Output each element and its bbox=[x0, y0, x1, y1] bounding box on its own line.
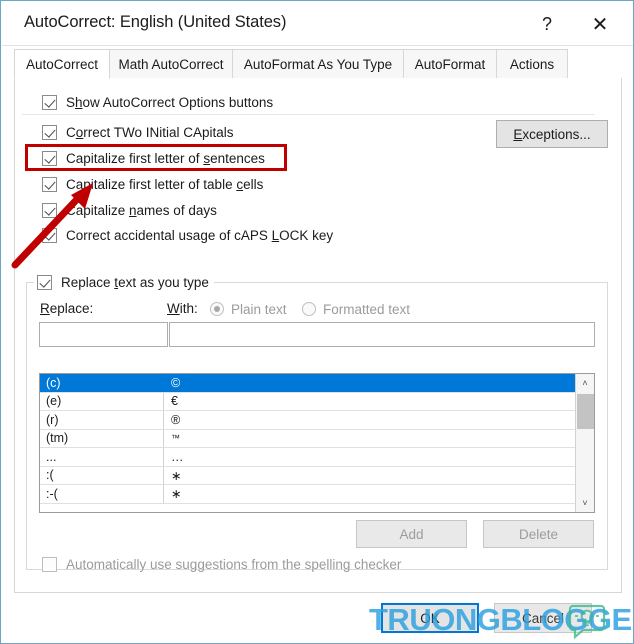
cell-with: ™ bbox=[171, 433, 180, 444]
checkbox-correct-two-initial-capitals[interactable]: Correct TWo INitial CApitals bbox=[42, 122, 234, 142]
with-label: With: bbox=[167, 301, 198, 316]
table-row[interactable]: (c) © bbox=[40, 374, 594, 393]
tab-autoformat-as-you-type[interactable]: AutoFormat As You Type bbox=[232, 49, 404, 79]
tab-autoformat[interactable]: AutoFormat bbox=[403, 49, 497, 79]
cell-with: € bbox=[171, 394, 178, 409]
radio-formatted-text[interactable]: Formatted text bbox=[302, 300, 410, 318]
tab-autocorrect[interactable]: AutoCorrect bbox=[14, 49, 110, 79]
checkbox-label: Correct TWo INitial CApitals bbox=[66, 124, 234, 140]
table-row[interactable]: (r) ® bbox=[40, 411, 594, 430]
scroll-up-icon[interactable]: ˄ bbox=[576, 374, 594, 392]
checkbox-box[interactable] bbox=[42, 556, 57, 572]
cell-with: ∗ bbox=[171, 468, 182, 483]
section-divider bbox=[22, 114, 595, 115]
checkbox-box[interactable] bbox=[42, 176, 57, 192]
tab-math-autocorrect[interactable]: Math AutoCorrect bbox=[109, 49, 233, 79]
tab-label: Math AutoCorrect bbox=[118, 56, 224, 72]
radio-plain-text[interactable]: Plain text bbox=[210, 300, 287, 318]
cancel-button-label: Cancel bbox=[521, 610, 565, 626]
cancel-button[interactable]: Cancel bbox=[494, 603, 592, 633]
scrollbar-thumb[interactable] bbox=[577, 394, 594, 429]
help-icon[interactable]: ? bbox=[525, 8, 569, 40]
cell-replace: :-( bbox=[40, 485, 164, 503]
cell-replace: (e) bbox=[40, 392, 164, 410]
cell-replace: (r) bbox=[40, 411, 164, 429]
checkbox-label: Correct accidental usage of cAPS LOCK ke… bbox=[66, 227, 334, 243]
checkbox-label: Show AutoCorrect Options buttons bbox=[66, 94, 274, 110]
tab-strip: AutoCorrect Math AutoCorrect AutoFormat … bbox=[14, 49, 622, 79]
list-scrollbar[interactable]: ˄ ˅ bbox=[575, 374, 594, 512]
dialog-title: AutoCorrect: English (United States) bbox=[24, 13, 287, 31]
add-button-label: Add bbox=[399, 526, 424, 542]
checkbox-correct-caps-lock[interactable]: Correct accidental usage of cAPS LOCK ke… bbox=[42, 225, 333, 245]
delete-button[interactable]: Delete bbox=[483, 520, 594, 548]
close-icon[interactable]: ✕ bbox=[578, 8, 622, 40]
cell-replace: (tm) bbox=[40, 429, 164, 447]
checkbox-label: Automatically use suggestions from the s… bbox=[66, 556, 402, 572]
cell-with: … bbox=[171, 449, 184, 464]
tab-label: AutoFormat As You Type bbox=[243, 56, 393, 72]
table-row[interactable]: ... … bbox=[40, 448, 594, 467]
tab-label: AutoCorrect bbox=[25, 56, 99, 72]
checkbox-capitalize-first-letter-sentences[interactable]: Capitalize first letter of sentences bbox=[42, 148, 265, 168]
checkbox-capitalize-names-of-days[interactable]: Capitalize names of days bbox=[42, 200, 217, 220]
exceptions-button-label: Exceptions... bbox=[513, 126, 591, 142]
cell-replace: ... bbox=[40, 448, 164, 466]
table-row[interactable]: :( ∗ bbox=[40, 466, 594, 485]
with-input[interactable] bbox=[169, 322, 595, 347]
cell-replace: :( bbox=[40, 466, 164, 484]
checkbox-capitalize-first-letter-table-cells[interactable]: Capitalize first letter of table cells bbox=[42, 174, 263, 194]
exceptions-button[interactable]: Exceptions... bbox=[496, 120, 608, 148]
table-row[interactable]: :-( ∗ bbox=[40, 485, 594, 504]
scroll-down-icon[interactable]: ˅ bbox=[576, 494, 594, 512]
checkbox-box[interactable] bbox=[42, 94, 57, 110]
cell-with: © bbox=[171, 375, 181, 390]
checkbox-box[interactable] bbox=[42, 124, 57, 140]
checkbox-box[interactable] bbox=[42, 150, 57, 166]
tab-actions[interactable]: Actions bbox=[496, 49, 568, 79]
autocorrect-entries-list[interactable]: (c) © (e) € (r) ® (tm) ™ ... … :( ∗ :-( … bbox=[39, 373, 595, 513]
replace-input[interactable] bbox=[39, 322, 168, 347]
cell-with: ∗ bbox=[171, 487, 182, 502]
ok-button[interactable]: OK bbox=[381, 603, 479, 633]
table-row[interactable]: (tm) ™ bbox=[40, 429, 594, 448]
checkbox-label: Capitalize first letter of sentences bbox=[66, 150, 265, 166]
checkbox-replace-text-as-you-type[interactable]: Replace text as you type bbox=[34, 273, 214, 291]
add-button[interactable]: Add bbox=[356, 520, 467, 548]
ok-button-label: OK bbox=[420, 610, 440, 626]
checkbox-box[interactable] bbox=[42, 227, 57, 243]
checkbox-label: Capitalize names of days bbox=[66, 202, 217, 218]
table-row[interactable]: (e) € bbox=[40, 392, 594, 411]
replace-label: Replace: bbox=[40, 301, 94, 316]
delete-button-label: Delete bbox=[518, 526, 559, 542]
radio-dot[interactable] bbox=[302, 302, 316, 316]
checkbox-label: Capitalize first letter of table cells bbox=[66, 176, 264, 192]
checkbox-use-spelling-suggestions[interactable]: Automatically use suggestions from the s… bbox=[42, 554, 401, 574]
checkbox-show-autocorrect-options[interactable]: Show AutoCorrect Options buttons bbox=[42, 92, 273, 112]
checkbox-label: Replace text as you type bbox=[61, 274, 209, 290]
radio-label: Formatted text bbox=[323, 301, 411, 317]
cell-replace: (c) bbox=[40, 374, 164, 392]
radio-dot[interactable] bbox=[210, 302, 224, 316]
checkbox-box[interactable] bbox=[42, 202, 57, 218]
checkbox-box[interactable] bbox=[37, 274, 52, 290]
radio-label: Plain text bbox=[231, 301, 287, 317]
title-bar: AutoCorrect: English (United States) ? ✕ bbox=[2, 2, 633, 46]
cell-with: ® bbox=[171, 412, 181, 427]
autocorrect-dialog: AutoCorrect: English (United States) ? ✕… bbox=[0, 0, 634, 644]
tab-label: Actions bbox=[509, 56, 555, 72]
tab-label: AutoFormat bbox=[414, 56, 486, 72]
